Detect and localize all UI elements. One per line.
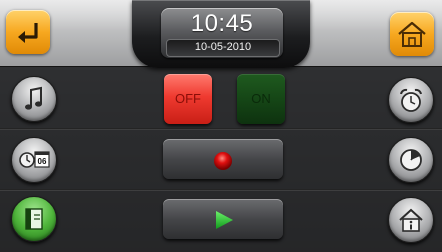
clock-date: 10-05-2010 (194, 41, 252, 53)
gauge-icon (400, 149, 422, 171)
info-house-icon (399, 208, 423, 232)
clock-calendar-icon (19, 151, 50, 168)
record-icon (214, 152, 232, 170)
record-button[interactable] (163, 139, 283, 179)
music-note-icon (25, 86, 42, 110)
off-button[interactable]: OFF (164, 74, 212, 124)
gauge-button[interactable] (388, 137, 434, 183)
clock-time: 10:45 (190, 10, 254, 37)
row-divider (0, 128, 442, 130)
alarm-button[interactable] (388, 77, 434, 123)
phone-book-icon (25, 208, 43, 230)
home-button[interactable] (390, 12, 434, 56)
back-arrow-icon (18, 23, 38, 43)
home-icon (398, 21, 426, 47)
row-divider (0, 189, 442, 191)
info-button[interactable] (388, 197, 434, 243)
phone-book-button[interactable] (11, 196, 57, 242)
play-button[interactable] (163, 199, 283, 239)
on-button[interactable]: ON (237, 74, 285, 124)
alarm-clock-icon (400, 88, 422, 112)
calendar-badge: 06 (37, 157, 47, 166)
date-time-button[interactable]: 06 (11, 137, 57, 183)
back-button[interactable] (6, 10, 50, 54)
music-button[interactable] (11, 76, 57, 122)
play-icon (216, 211, 233, 229)
